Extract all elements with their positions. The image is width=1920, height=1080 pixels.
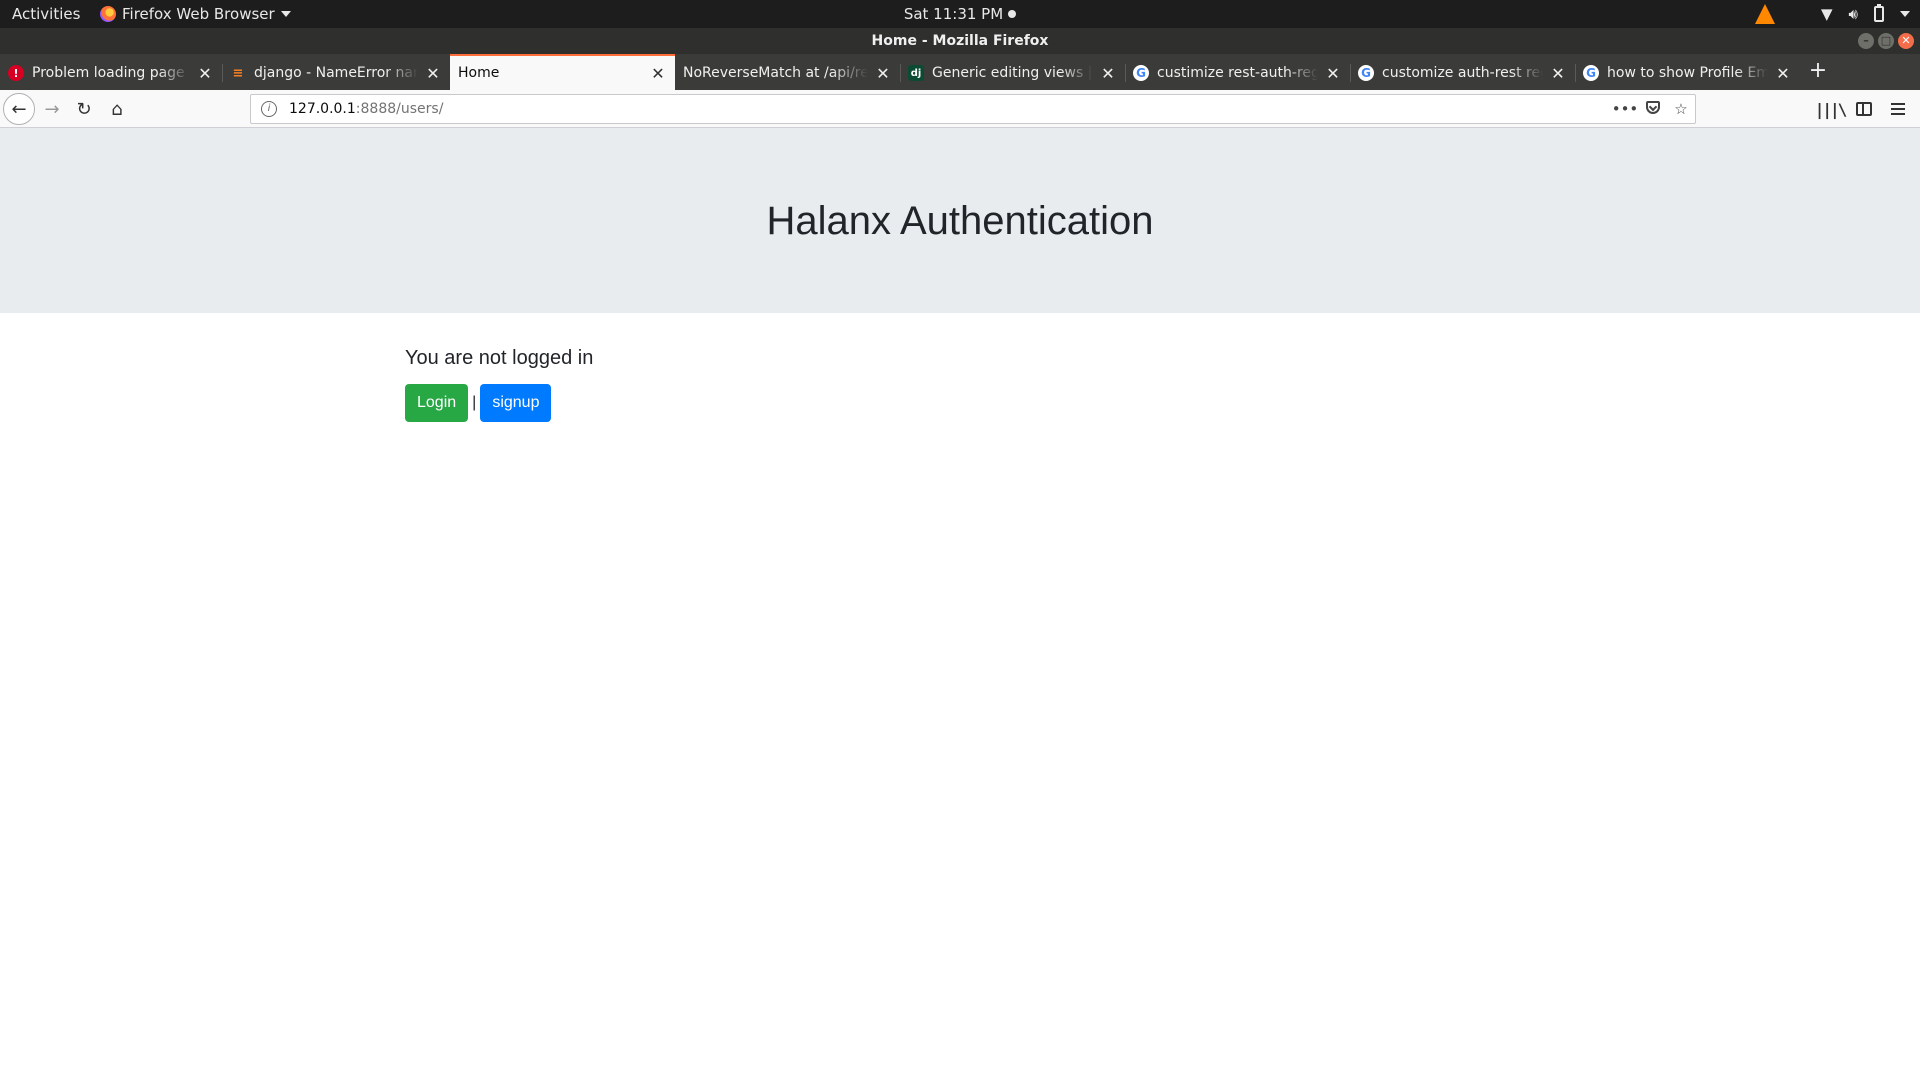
- auth-actions: Login | signup: [405, 384, 593, 422]
- auth-container: You are not logged in Login | signup: [405, 347, 593, 422]
- close-tab-icon[interactable]: ✕: [1549, 64, 1567, 83]
- sidebar-toggle-button[interactable]: [1850, 95, 1878, 123]
- tab-noreversematch[interactable]: NoReverseMatch at /api/re ✕: [675, 56, 900, 90]
- tab-title: Generic editing views | D: [932, 65, 1093, 81]
- navigation-toolbar: ← → ↻ ⌂ i 127.0.0.1:8888/users/ ••• ☆ ||…: [0, 90, 1920, 128]
- page-actions-icon[interactable]: •••: [1611, 100, 1639, 118]
- tab-customize-auth-rest[interactable]: G customize auth-rest regi ✕: [1350, 56, 1575, 90]
- window-title: Home - Mozilla Firefox: [871, 33, 1049, 49]
- tab-strip: ! Problem loading page ✕ ≡ django - Name…: [0, 54, 1920, 90]
- clock-label: Sat 11:31 PM: [903, 5, 1004, 23]
- open-menu-button[interactable]: [1884, 95, 1912, 123]
- firefox-icon: [100, 6, 116, 22]
- maximize-button[interactable]: □: [1878, 33, 1894, 49]
- app-menu-label: Firefox Web Browser: [122, 5, 275, 23]
- tab-title: custimize rest-auth-regis: [1157, 65, 1318, 81]
- tab-title: NoReverseMatch at /api/re: [683, 65, 868, 81]
- wifi-icon: ▼: [1821, 5, 1833, 23]
- sidebar-icon: [1856, 102, 1872, 116]
- login-status-text: You are not logged in: [405, 347, 594, 369]
- close-tab-icon[interactable]: ✕: [1099, 64, 1117, 83]
- django-icon: dj: [908, 65, 924, 81]
- bookmark-star-icon[interactable]: ☆: [1667, 100, 1695, 118]
- url-path: :8888/users/: [355, 101, 444, 117]
- error-icon: !: [8, 65, 24, 81]
- close-tab-icon[interactable]: ✕: [874, 64, 892, 83]
- volume-icon: 🔊︎: [1848, 5, 1858, 23]
- tab-how-to-show-profile[interactable]: G how to show Profile Ema ✕: [1575, 56, 1800, 90]
- back-button[interactable]: ←: [3, 93, 35, 125]
- library-icon[interactable]: |||\: [1815, 95, 1848, 123]
- new-tab-button[interactable]: +: [1806, 56, 1830, 86]
- system-top-bar: Activities Firefox Web Browser Sat 11:31…: [0, 0, 1920, 28]
- minimize-button[interactable]: –: [1858, 33, 1874, 49]
- url-host: 127.0.0.1: [289, 101, 356, 117]
- activities-button[interactable]: Activities: [12, 5, 80, 23]
- login-button[interactable]: Login: [405, 384, 469, 422]
- google-icon: G: [1583, 65, 1599, 81]
- pocket-icon: [1646, 101, 1660, 114]
- notification-dot-icon: [1008, 10, 1017, 18]
- page-content: Halanx Authentication You are not logged…: [0, 128, 1920, 1080]
- close-tab-icon[interactable]: ✕: [649, 64, 667, 83]
- stackoverflow-icon: ≡: [232, 65, 244, 81]
- tab-title: Home: [458, 65, 500, 81]
- tab-problem-loading[interactable]: ! Problem loading page ✕: [0, 56, 222, 90]
- battery-icon: [1874, 4, 1884, 22]
- vlc-icon[interactable]: [1755, 4, 1775, 24]
- page-heading: Halanx Authentication: [766, 199, 1154, 243]
- caret-down-icon: [280, 11, 291, 17]
- jumbotron: Halanx Authentication: [0, 128, 1920, 313]
- google-icon: G: [1358, 65, 1374, 81]
- toolbar-right: |||\: [1815, 95, 1912, 123]
- signup-button[interactable]: signup: [480, 384, 552, 422]
- site-info-icon[interactable]: i: [261, 101, 277, 117]
- close-tab-icon[interactable]: ✕: [1774, 64, 1792, 83]
- hamburger-menu-icon: [1891, 103, 1905, 115]
- tab-title: how to show Profile Ema: [1607, 65, 1768, 81]
- system-tray[interactable]: ▼ 🔊︎: [1755, 4, 1910, 24]
- tab-custimize-rest-auth[interactable]: G custimize rest-auth-regis ✕: [1125, 56, 1350, 90]
- reload-button[interactable]: ↻: [70, 95, 98, 123]
- pocket-button[interactable]: [1639, 100, 1667, 118]
- window-title-bar: Home - Mozilla Firefox – □ ✕: [0, 28, 1920, 54]
- tab-django-nameerror[interactable]: ≡ django - NameError name ✕: [222, 56, 450, 90]
- clock[interactable]: Sat 11:31 PM: [903, 5, 1017, 23]
- button-separator: |: [472, 394, 477, 411]
- close-tab-icon[interactable]: ✕: [424, 64, 442, 83]
- close-tab-icon[interactable]: ✕: [196, 64, 214, 83]
- google-icon: G: [1133, 65, 1149, 81]
- close-tab-icon[interactable]: ✕: [1324, 64, 1342, 83]
- close-window-button[interactable]: ✕: [1898, 33, 1914, 49]
- tray-menu-caret-icon: [1900, 11, 1910, 17]
- tab-title: django - NameError name: [254, 65, 418, 81]
- url-bar[interactable]: i 127.0.0.1:8888/users/ ••• ☆: [250, 94, 1696, 124]
- tab-generic-editing-views[interactable]: dj Generic editing views | D ✕: [900, 56, 1125, 90]
- app-menu[interactable]: Firefox Web Browser: [100, 5, 291, 23]
- tab-home[interactable]: Home ✕: [450, 54, 675, 90]
- tab-title: Problem loading page: [32, 65, 185, 81]
- forward-button[interactable]: →: [38, 95, 66, 123]
- home-button[interactable]: ⌂: [103, 95, 131, 123]
- window-controls: – □ ✕: [1858, 33, 1914, 49]
- tab-title: customize auth-rest regi: [1382, 65, 1543, 81]
